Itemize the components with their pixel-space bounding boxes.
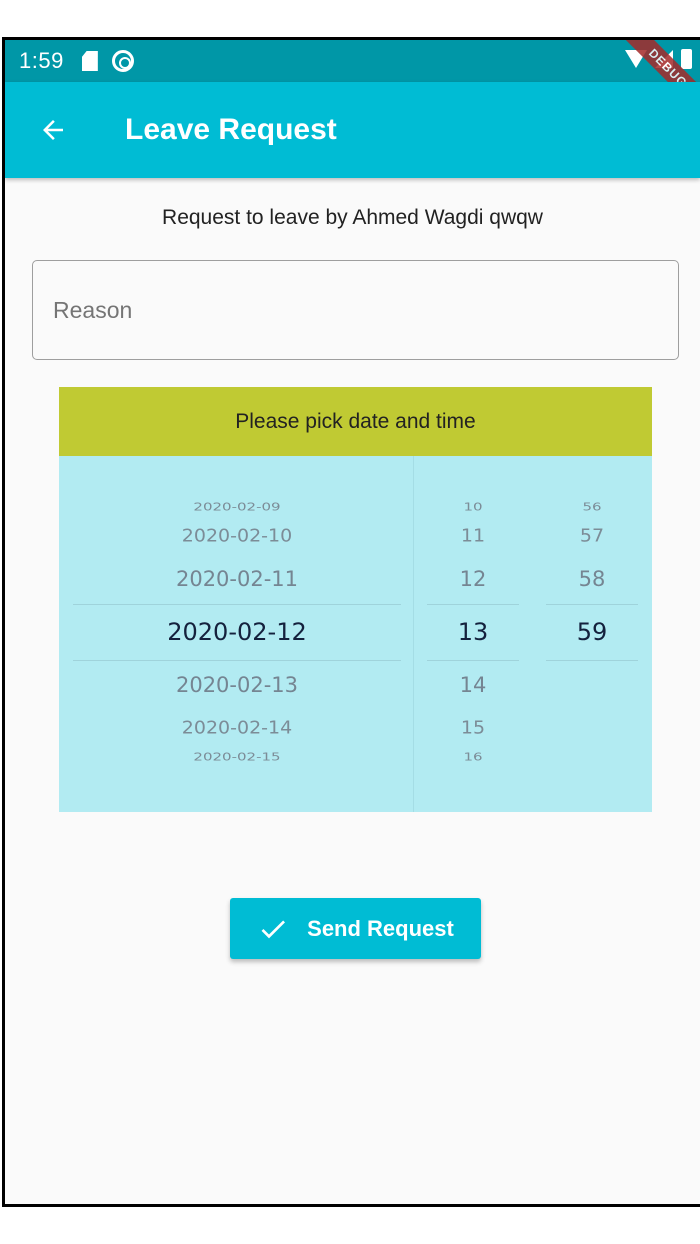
minute-wheel-item[interactable]: 56 [546,501,638,513]
date-wheel-selected-item[interactable]: 2020-02-12 [73,620,401,644]
date-wheel-item[interactable]: 2020-02-13 [73,674,401,696]
date-time-picker: Please pick date and time 2020-02-09 2020… [59,387,652,812]
hour-wheel-selection-line [427,604,519,605]
date-wheel-item[interactable]: 2020-02-14 [73,718,401,737]
date-wheel-selection-line [73,660,401,661]
hour-wheel[interactable]: 10 11 12 13 14 15 16 [427,456,519,812]
app-bar: Leave Request [5,82,700,178]
hour-wheel-item[interactable]: 14 [427,674,519,696]
reason-input[interactable] [32,260,679,360]
sync-icon [111,50,134,72]
request-subtitle: Request to leave by Ahmed Wagdi qwqw [162,206,543,229]
back-button[interactable] [25,102,81,158]
app-screen: 1:59 DEBUG Leave Request Request to leav… [5,40,700,1204]
picker-column-divider [413,456,414,812]
arrow-back-icon [43,120,63,140]
check-icon [261,919,286,938]
date-wheel-item[interactable]: 2020-02-11 [73,568,401,590]
minute-wheel-selected-item[interactable]: 59 [546,620,638,644]
send-request-label: Send Request [307,915,454,941]
status-time: 1:59 [19,48,64,73]
minute-wheel-item[interactable]: 57 [546,526,638,545]
hour-wheel-item[interactable]: 16 [427,751,519,763]
minute-wheel-item[interactable]: 58 [546,568,638,590]
minute-wheel-selection-line [546,604,638,605]
date-wheel-item[interactable]: 2020-02-10 [73,526,401,545]
hour-wheel-item[interactable]: 15 [427,718,519,737]
minute-wheel-selection-line [546,660,638,661]
sd-card-icon [81,51,98,71]
battery-icon [681,49,692,69]
status-bar: 1:59 DEBUG [5,40,700,118]
picker-body: 2020-02-09 2020-02-10 2020-02-11 2020-02-12… [59,456,652,812]
hour-wheel-item[interactable]: 12 [427,568,519,590]
page-title: Leave Request [125,113,337,146]
device-frame: 1:59 DEBUG Leave Request Request to leav… [2,37,700,1207]
hour-wheel-selected-item[interactable]: 13 [427,620,519,644]
date-wheel-selection-line [73,604,401,605]
hour-wheel-item[interactable]: 10 [427,501,519,513]
send-request-button[interactable]: Send Request [230,898,481,959]
minute-wheel[interactable]: 56 57 58 59 [546,456,638,812]
hour-wheel-selection-line [427,660,519,661]
date-wheel-item[interactable]: 2020-02-15 [73,751,401,763]
date-wheel[interactable]: 2020-02-09 2020-02-10 2020-02-11 2020-02-12… [73,456,401,812]
hour-wheel-item[interactable]: 11 [427,526,519,545]
date-wheel-item[interactable]: 2020-02-09 [73,501,401,513]
picker-header: Please pick date and time [59,387,652,456]
